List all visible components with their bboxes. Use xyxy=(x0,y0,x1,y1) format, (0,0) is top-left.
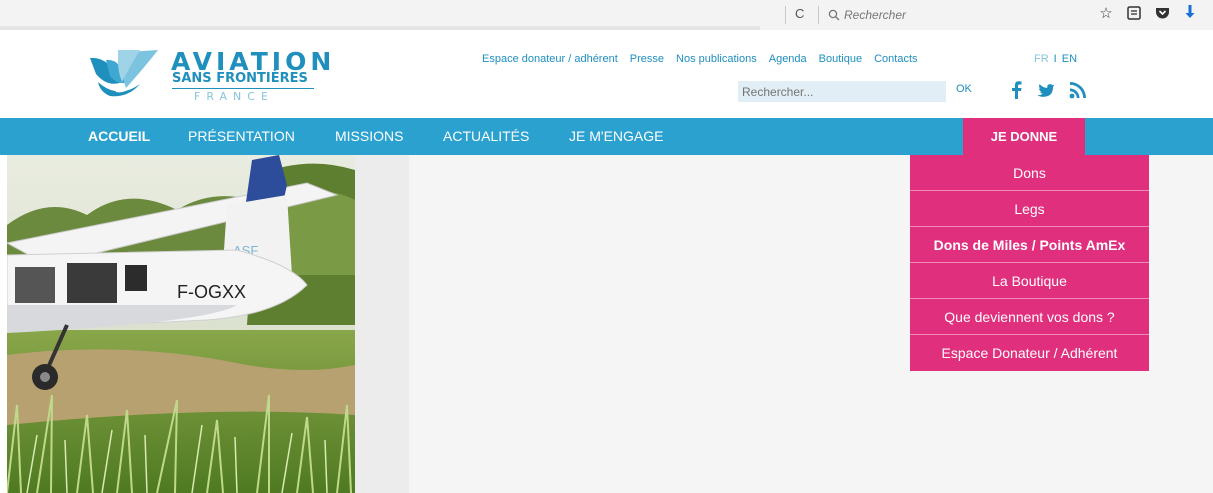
dropdown-item-espace-donateur[interactable]: Espace Donateur / Adhérent xyxy=(910,335,1149,371)
je-donne-dropdown: Dons Legs Dons de Miles / Points AmEx La… xyxy=(910,155,1149,371)
link-presse[interactable]: Presse xyxy=(630,53,664,65)
top-links: Espace donateur / adhérent Presse Nos pu… xyxy=(482,53,918,65)
link-espace-donateur[interactable]: Espace donateur / adhérent xyxy=(482,53,618,65)
browser-search-box[interactable]: Rechercher xyxy=(828,5,1058,25)
hero-image: ASF F-OGXX xyxy=(7,155,355,493)
dropdown-item-que-deviennent-vos-dons[interactable]: Que deviennent vos dons ? xyxy=(910,299,1149,335)
logo-mark-icon xyxy=(90,50,158,97)
browser-toolbar: C Rechercher ☆ xyxy=(0,0,1213,30)
logo-divider xyxy=(172,88,314,89)
lang-en[interactable]: EN xyxy=(1062,53,1077,65)
download-icon[interactable] xyxy=(1182,5,1198,21)
nav-je-m-engage[interactable]: JE M'ENGAGE xyxy=(569,118,663,155)
rss-icon[interactable] xyxy=(1067,79,1089,101)
site-header: AVIATION SANS FRONTIÈRES FRANCE Espace d… xyxy=(0,30,1213,118)
link-publications[interactable]: Nos publications xyxy=(676,53,757,65)
logo-country: FRANCE xyxy=(194,90,274,103)
nav-missions[interactable]: MISSIONS xyxy=(335,118,403,155)
dropdown-item-legs[interactable]: Legs xyxy=(910,191,1149,227)
link-agenda[interactable]: Agenda xyxy=(769,53,807,65)
pocket-icon[interactable] xyxy=(1154,5,1170,21)
aircraft-registration: F-OGXX xyxy=(177,282,246,302)
nav-actualites[interactable]: ACTUALITÉS xyxy=(443,118,529,155)
toolbar-separator xyxy=(785,6,786,24)
link-contacts[interactable]: Contacts xyxy=(874,53,917,65)
social-links xyxy=(1005,79,1089,101)
search-ok-button[interactable]: OK xyxy=(956,83,972,95)
search-icon xyxy=(828,9,840,21)
reading-list-icon[interactable] xyxy=(1126,5,1142,21)
toolbar-separator xyxy=(818,6,819,24)
nav-je-donne[interactable]: JE DONNE xyxy=(963,118,1085,155)
dropdown-item-dons[interactable]: Dons xyxy=(910,155,1149,191)
star-icon[interactable]: ☆ xyxy=(1098,5,1114,22)
language-switcher: FR I EN xyxy=(1034,53,1077,65)
twitter-icon[interactable] xyxy=(1036,79,1058,101)
site-logo[interactable]: AVIATION SANS FRONTIÈRES FRANCE xyxy=(88,48,331,104)
dropdown-item-la-boutique[interactable]: La Boutique xyxy=(910,263,1149,299)
dropdown-item-dons-de-miles[interactable]: Dons de Miles / Points AmEx xyxy=(910,227,1149,263)
content-gutter xyxy=(355,155,409,493)
browser-search-placeholder: Rechercher xyxy=(844,8,907,22)
site-search-input[interactable] xyxy=(738,81,946,102)
reload-icon[interactable]: C xyxy=(795,6,804,21)
main-nav: ACCUEIL PRÉSENTATION MISSIONS ACTUALITÉS… xyxy=(0,118,1213,155)
nav-accueil[interactable]: ACCUEIL xyxy=(88,118,150,155)
lang-separator: I xyxy=(1053,53,1057,65)
facebook-icon[interactable] xyxy=(1005,79,1027,101)
nav-presentation[interactable]: PRÉSENTATION xyxy=(188,118,295,155)
logo-subtitle: SANS FRONTIÈRES xyxy=(172,71,308,86)
lang-fr[interactable]: FR xyxy=(1034,53,1049,65)
link-boutique[interactable]: Boutique xyxy=(819,53,862,65)
